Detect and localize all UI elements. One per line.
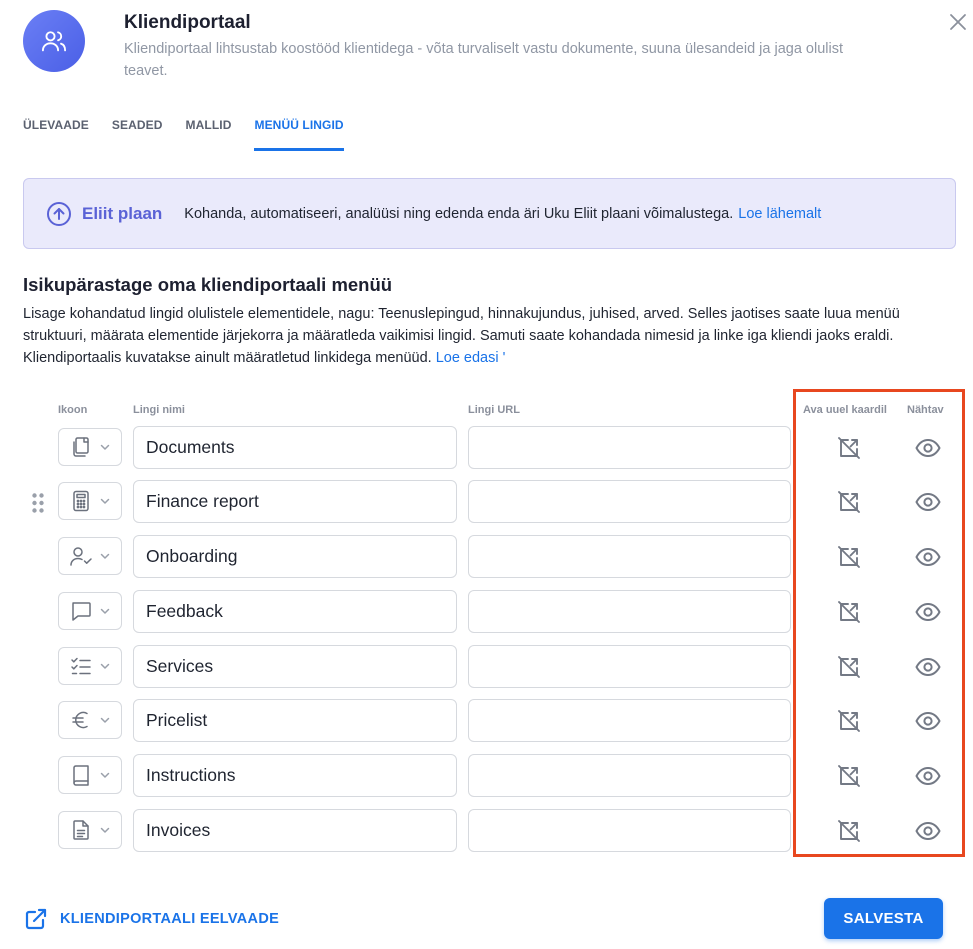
icon-select[interactable] <box>58 701 122 739</box>
icon-select[interactable] <box>58 537 122 575</box>
icon-select[interactable] <box>58 482 122 520</box>
portal-preview-link[interactable]: KLIENDIPORTAALI EELVAADE <box>24 907 279 931</box>
drag-handle[interactable] <box>31 492 45 514</box>
invoice-icon <box>73 820 89 840</box>
column-header-url: Lingi URL <box>468 404 520 416</box>
tab-settings[interactable]: SEADED <box>112 118 163 150</box>
page-title: Kliendiportaal <box>124 12 251 33</box>
tab-templates[interactable]: MALLID <box>186 118 232 150</box>
link-name-input[interactable]: Services <box>133 645 457 688</box>
chevron-down-icon <box>100 553 110 559</box>
euro-icon <box>72 711 88 729</box>
link-name-input[interactable]: Pricelist <box>133 699 457 742</box>
read-more-link[interactable]: Loe edasi ' <box>436 350 506 366</box>
tab-bar: ÜLEVAADE SEADED MALLID MENÜÜ LINGID <box>23 118 367 152</box>
checklist-icon <box>71 657 91 675</box>
link-name-input[interactable]: Documents <box>133 426 457 469</box>
tab-menu-links[interactable]: MENÜÜ LINGID <box>254 118 344 151</box>
link-url-input[interactable] <box>468 809 791 852</box>
book-icon <box>73 765 89 786</box>
link-name-input[interactable]: Onboarding <box>133 535 457 578</box>
link-url-input[interactable] <box>468 645 791 688</box>
portal-avatar <box>23 10 85 72</box>
chevron-down-icon <box>100 772 110 778</box>
close-icon <box>950 14 966 30</box>
column-header-icon: Ikoon <box>58 404 88 416</box>
chevron-down-icon <box>100 608 110 614</box>
chevron-down-icon <box>100 663 110 669</box>
documents-icon <box>73 437 89 457</box>
icon-select[interactable] <box>58 756 122 794</box>
icon-select[interactable] <box>58 428 122 466</box>
icon-select[interactable] <box>58 811 122 849</box>
close-button[interactable] <box>946 10 970 34</box>
tab-overview[interactable]: ÜLEVAADE <box>23 118 89 150</box>
icon-select[interactable] <box>58 592 122 630</box>
icon-select[interactable] <box>58 647 122 685</box>
link-url-input[interactable] <box>468 426 791 469</box>
drag-handle-icon <box>32 493 44 513</box>
plan-description: Kohanda, automatiseeri, analüüsi ning ed… <box>184 205 734 222</box>
message-icon <box>72 602 91 621</box>
link-url-input[interactable] <box>468 590 791 633</box>
arrow-up-circle-icon <box>47 201 71 226</box>
link-url-input[interactable] <box>468 699 791 742</box>
link-url-input[interactable] <box>468 754 791 797</box>
plan-banner: Eliit plaan Kohanda, automatiseeri, anal… <box>23 178 956 249</box>
chevron-down-icon <box>100 827 110 833</box>
highlight-frame <box>793 389 965 857</box>
users-icon <box>41 31 67 52</box>
user-check-icon <box>70 547 92 566</box>
save-button[interactable]: SALVESTA <box>824 898 943 939</box>
page-subtitle: Kliendiportaal lihtsustab koostööd klien… <box>124 41 843 79</box>
link-url-input[interactable] <box>468 535 791 578</box>
chevron-down-icon <box>100 498 110 504</box>
link-name-input[interactable]: Instructions <box>133 754 457 797</box>
section-description: Lisage kohandatud lingid olulistele elem… <box>23 303 958 369</box>
chevron-down-icon <box>100 717 110 723</box>
link-url-input[interactable] <box>468 480 791 523</box>
plan-name: Eliit plaan <box>82 203 163 223</box>
section-title: Isikupärastage oma kliendiportaali menüü <box>23 274 393 295</box>
column-header-name: Lingi nimi <box>133 404 185 416</box>
calculator-icon <box>73 490 89 512</box>
link-name-input[interactable]: Invoices <box>133 809 457 852</box>
link-name-input[interactable]: Feedback <box>133 590 457 633</box>
portal-preview-label: KLIENDIPORTAALI EELVAADE <box>60 911 280 927</box>
plan-learn-more-link[interactable]: Loe lähemalt <box>738 206 821 222</box>
external-link-icon <box>25 908 47 930</box>
chevron-down-icon <box>100 444 110 450</box>
link-name-input[interactable]: Finance report <box>133 480 457 523</box>
